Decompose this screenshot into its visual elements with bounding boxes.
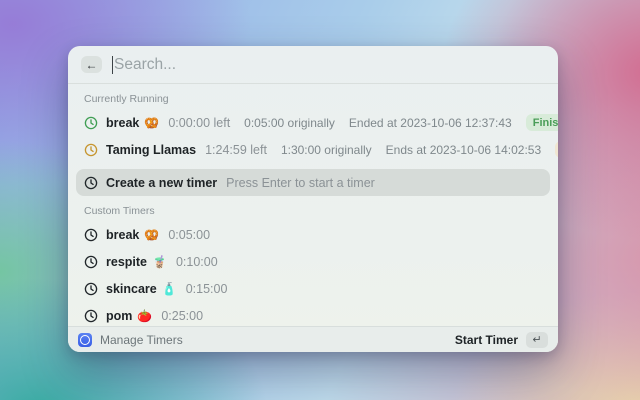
timer-duration: 0:25:00 xyxy=(161,309,203,323)
search-input[interactable]: Search... xyxy=(114,56,176,74)
timer-emoji: 🍅 xyxy=(137,309,152,323)
back-button[interactable]: ← xyxy=(81,56,102,73)
status-badge: Running xyxy=(555,141,558,158)
search-bar: ← Search... xyxy=(68,46,558,84)
desktop-background: { "search": { "placeholder": "Search..."… xyxy=(0,0,640,400)
timer-app-icon xyxy=(78,333,92,347)
timer-emoji: 🥨 xyxy=(144,116,159,130)
time-left: 0:00:00 left xyxy=(168,116,230,130)
create-new-timer-row[interactable]: Create a new timer Press Enter to start … xyxy=(76,169,550,196)
time-left: 1:24:59 left xyxy=(205,143,267,157)
timer-name: Taming Llamas xyxy=(106,143,196,157)
timer-name: pom xyxy=(106,309,132,323)
text-cursor xyxy=(112,56,113,74)
clock-icon xyxy=(84,143,98,157)
timer-emoji: 🥨 xyxy=(144,228,159,242)
end-time: Ends at 2023-10-06 14:02:53 xyxy=(386,143,541,157)
custom-timer-row-respite[interactable]: respite 🧋 0:10:00 xyxy=(76,248,550,275)
running-timer-row-break[interactable]: break 🥨 0:00:00 left 0:05:00 originally … xyxy=(76,109,550,136)
end-time: Ended at 2023-10-06 12:37:43 xyxy=(349,116,512,130)
timer-name: skincare xyxy=(106,282,157,296)
action-bar: Manage Timers Start Timer ↵ xyxy=(68,326,558,352)
running-timer-row-taming-llamas[interactable]: Taming Llamas 1:24:59 left 1:30:00 origi… xyxy=(76,136,550,163)
timer-emoji: 🧋 xyxy=(152,255,167,269)
clock-icon xyxy=(84,176,98,190)
enter-key-icon: ↵ xyxy=(526,332,548,348)
custom-timer-row-break[interactable]: break 🥨 0:05:00 xyxy=(76,221,550,248)
create-timer-hint: Press Enter to start a timer xyxy=(226,176,375,190)
custom-timer-row-skincare[interactable]: skincare 🧴 0:15:00 xyxy=(76,275,550,302)
timer-name: break xyxy=(106,228,139,242)
timer-duration: 0:15:00 xyxy=(186,282,228,296)
timer-emoji: 🧴 xyxy=(162,282,177,296)
timer-duration: 0:05:00 xyxy=(168,228,210,242)
section-title-custom-timers: Custom Timers xyxy=(76,196,550,221)
section-title-currently-running: Currently Running xyxy=(76,84,550,109)
timer-list: Currently Running break 🥨 0:00:00 left 0… xyxy=(68,84,558,352)
timer-name: break xyxy=(106,116,139,130)
manage-timers-label[interactable]: Manage Timers xyxy=(100,333,183,347)
arrow-left-icon: ← xyxy=(86,58,98,72)
clock-icon xyxy=(84,116,98,130)
clock-icon xyxy=(84,309,98,323)
clock-icon xyxy=(84,282,98,296)
original-duration: 1:30:00 originally xyxy=(281,143,372,157)
clock-icon xyxy=(84,255,98,269)
timer-duration: 0:10:00 xyxy=(176,255,218,269)
create-timer-label: Create a new timer xyxy=(106,176,217,190)
clock-icon xyxy=(84,228,98,242)
original-duration: 0:05:00 originally xyxy=(244,116,335,130)
start-timer-button[interactable]: Start Timer xyxy=(455,333,518,347)
timer-name: respite xyxy=(106,255,147,269)
status-badge: Finished! xyxy=(526,114,558,131)
timer-launcher-window: ← Search... Currently Running break 🥨 0:… xyxy=(68,46,558,352)
custom-timer-row-pom[interactable]: pom 🍅 0:25:00 xyxy=(76,302,550,329)
